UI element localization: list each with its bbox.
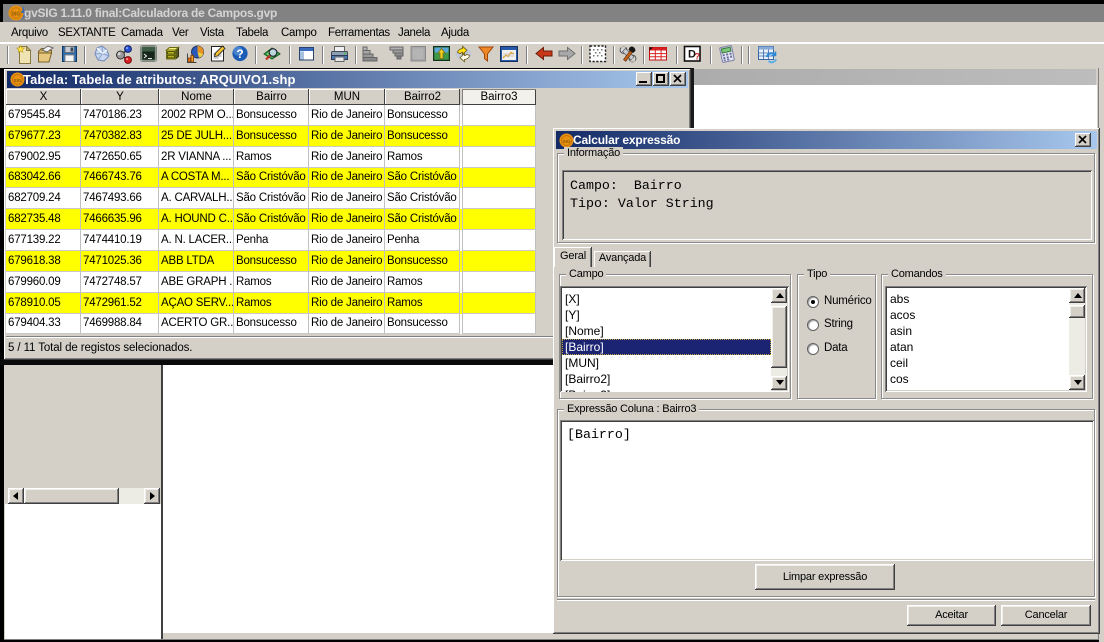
svg-text:?: ? [695,52,701,62]
svg-text:SIG: SIG [12,12,21,18]
svg-text:SIG: SIG [563,139,571,144]
svg-text:?: ? [236,47,243,61]
svg-text:SIG: SIG [14,78,22,83]
